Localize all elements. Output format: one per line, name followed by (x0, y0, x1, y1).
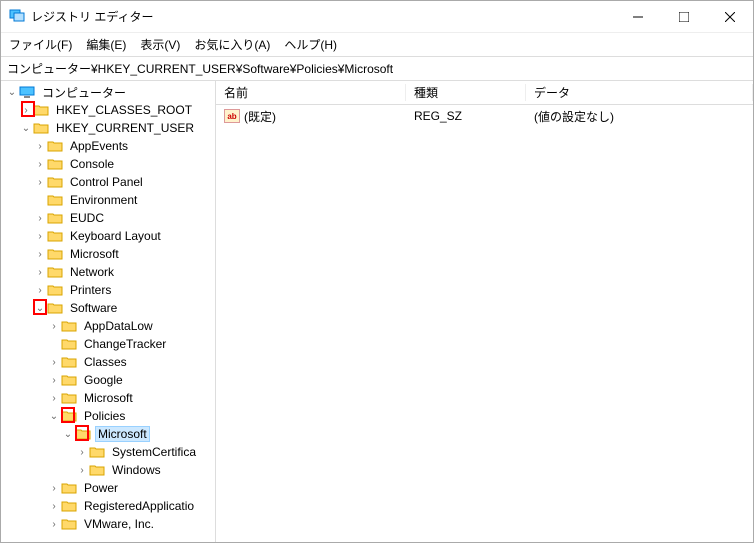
minimize-button[interactable] (615, 1, 661, 33)
menu-view[interactable]: 表示(V) (140, 36, 180, 53)
chevron-right-icon[interactable]: › (33, 213, 47, 224)
chevron-right-icon[interactable]: › (47, 321, 61, 332)
folder-icon (47, 265, 63, 279)
folder-icon (47, 283, 63, 297)
tree-policies[interactable]: Policies (81, 409, 128, 423)
folder-icon (75, 427, 91, 441)
window-title: レジストリ エディター (31, 8, 154, 25)
close-button[interactable] (707, 1, 753, 33)
folder-icon (89, 445, 105, 459)
tree-item[interactable]: SystemCertifica (109, 445, 199, 459)
folder-icon (89, 463, 105, 477)
folder-icon (33, 121, 49, 135)
menu-favorites[interactable]: お気に入り(A) (194, 36, 270, 53)
tree-item[interactable]: ChangeTracker (81, 337, 169, 351)
chevron-right-icon[interactable]: › (33, 285, 47, 296)
chevron-right-icon[interactable]: › (33, 177, 47, 188)
value-name: (既定) (244, 108, 276, 125)
chevron-right-icon[interactable]: › (47, 393, 61, 404)
folder-icon (47, 301, 63, 315)
chevron-down-icon[interactable]: ⌄ (19, 123, 33, 134)
computer-icon (19, 85, 35, 99)
tree-item[interactable]: Printers (67, 283, 114, 297)
chevron-right-icon[interactable]: › (47, 483, 61, 494)
folder-icon (47, 247, 63, 261)
folder-icon (33, 103, 49, 117)
list-pane: 名前 種類 データ ab (既定) REG_SZ (値の設定なし) (216, 81, 753, 542)
tree-item[interactable]: Microsoft (81, 391, 136, 405)
tree-item[interactable]: Google (81, 373, 126, 387)
folder-icon (61, 373, 77, 387)
chevron-right-icon[interactable]: › (33, 267, 47, 278)
chevron-right-icon[interactable]: › (47, 501, 61, 512)
tree-item[interactable]: Environment (67, 193, 140, 207)
folder-icon (47, 229, 63, 243)
column-type[interactable]: 種類 (406, 84, 526, 101)
folder-icon (47, 175, 63, 189)
folder-icon (61, 337, 77, 351)
chevron-down-icon[interactable]: ⌄ (61, 429, 75, 440)
tree-hkcr[interactable]: HKEY_CLASSES_ROOT (53, 103, 195, 117)
chevron-right-icon[interactable]: › (33, 141, 47, 152)
folder-icon (61, 391, 77, 405)
chevron-right-icon[interactable]: › (75, 465, 89, 476)
value-type: REG_SZ (414, 109, 462, 123)
tree-item[interactable]: VMware, Inc. (81, 517, 157, 531)
chevron-down-icon[interactable]: ⌄ (33, 303, 47, 314)
column-name[interactable]: 名前 (216, 84, 406, 101)
tree-item[interactable]: Network (67, 265, 117, 279)
tree-software[interactable]: Software (67, 301, 120, 315)
menu-file[interactable]: ファイル(F) (9, 36, 72, 53)
folder-icon (61, 319, 77, 333)
menu-help[interactable]: ヘルプ(H) (284, 36, 337, 53)
tree-item[interactable]: Control Panel (67, 175, 146, 189)
chevron-down-icon[interactable]: ⌄ (47, 411, 61, 422)
folder-icon (61, 517, 77, 531)
tree-root[interactable]: コンピューター (39, 84, 129, 101)
tree-hkcu[interactable]: HKEY_CURRENT_USER (53, 121, 197, 135)
chevron-down-icon[interactable]: ⌄ (5, 87, 19, 98)
address-path[interactable]: コンピューター¥HKEY_CURRENT_USER¥Software¥Polic… (7, 60, 393, 77)
tree-item[interactable]: RegisteredApplicatio (81, 499, 197, 513)
chevron-right-icon[interactable]: › (47, 357, 61, 368)
chevron-right-icon[interactable]: › (75, 447, 89, 458)
maximize-button[interactable] (661, 1, 707, 33)
folder-icon (61, 409, 77, 423)
folder-icon (47, 139, 63, 153)
menu-edit[interactable]: 編集(E) (86, 36, 126, 53)
tree-item[interactable]: Windows (109, 463, 164, 477)
folder-icon (47, 193, 63, 207)
folder-icon (61, 355, 77, 369)
folder-icon (61, 481, 77, 495)
tree-item[interactable]: Power (81, 481, 121, 495)
tree-item[interactable]: AppEvents (67, 139, 131, 153)
folder-icon (47, 211, 63, 225)
tree-item[interactable]: Microsoft (67, 247, 122, 261)
column-data[interactable]: データ (526, 84, 753, 101)
chevron-right-icon[interactable]: › (33, 159, 47, 170)
list-row[interactable]: ab (既定) REG_SZ (値の設定なし) (216, 107, 753, 125)
tree-item[interactable]: EUDC (67, 211, 107, 225)
string-icon: ab (224, 109, 240, 123)
app-icon (9, 7, 25, 26)
tree-item[interactable]: Console (67, 157, 117, 171)
chevron-right-icon[interactable]: › (47, 375, 61, 386)
tree-item[interactable]: Keyboard Layout (67, 229, 164, 243)
chevron-right-icon[interactable]: › (33, 231, 47, 242)
chevron-right-icon[interactable]: › (19, 105, 33, 116)
chevron-right-icon[interactable]: › (47, 519, 61, 530)
value-data: (値の設定なし) (534, 108, 614, 125)
folder-icon (61, 499, 77, 513)
chevron-right-icon[interactable]: › (33, 249, 47, 260)
tree-pane[interactable]: ⌄ コンピューター › HKEY_CLASSES_ROOT ⌄ HKEY_CURREN… (1, 81, 216, 542)
tree-item[interactable]: Classes (81, 355, 130, 369)
tree-selected[interactable]: Microsoft (95, 426, 150, 442)
folder-icon (47, 157, 63, 171)
tree-item[interactable]: AppDataLow (81, 319, 156, 333)
